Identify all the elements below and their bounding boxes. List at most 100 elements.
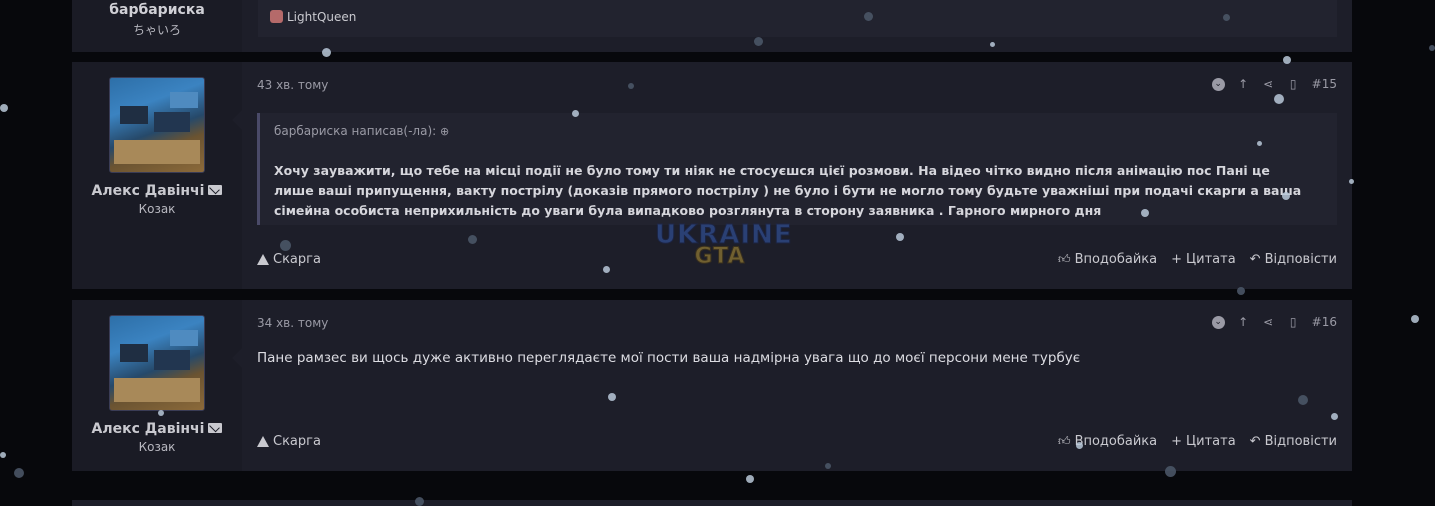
avatar[interactable] — [109, 315, 205, 411]
ukraine-gta-logo: UKRAINE GTA — [655, 220, 793, 284]
previous-post-username[interactable]: барбариска — [72, 2, 242, 18]
post-user-column: Алекс Давінчі Козак — [72, 300, 242, 471]
report-label: Скарга — [273, 434, 321, 449]
snowflake — [603, 266, 610, 273]
post-arrow — [232, 348, 242, 368]
snowflake — [1331, 413, 1338, 420]
snowflake — [0, 104, 8, 112]
quote-author[interactable]: барбариска написав(-ла): — [274, 124, 436, 138]
previous-post-user-column: барбариска ちゃいろ — [72, 0, 242, 52]
snowflake — [754, 37, 763, 46]
share-icon[interactable]: ⋖ — [1262, 77, 1275, 91]
post-time[interactable]: 43 хв. тому — [257, 78, 328, 92]
reply-label: Відповісти — [1264, 434, 1337, 449]
chevron-down-icon[interactable]: ⌄ — [1211, 315, 1225, 329]
reply-label: Відповісти — [1264, 252, 1337, 267]
post-number[interactable]: #15 — [1312, 77, 1337, 91]
post-username[interactable]: Алекс Давінчі — [72, 421, 242, 437]
reaction-user[interactable]: LightQueen — [270, 10, 356, 24]
post-username[interactable]: Алекс Давінчі — [72, 183, 242, 199]
quote-button[interactable]: + Цитата — [1171, 434, 1236, 449]
arrow-up-circle-icon[interactable]: ⊕ — [440, 125, 449, 138]
post-footer-left: Скарга — [257, 252, 321, 269]
snowflake — [1274, 94, 1284, 104]
snowflake — [990, 42, 995, 47]
report-button[interactable]: Скарга — [257, 434, 321, 449]
post-text: Пане рамзес ви щось дуже активно перегля… — [257, 350, 1081, 366]
arrow-up-icon[interactable]: ↑ — [1237, 77, 1250, 91]
post-top-actions: ⌄ ↑ ⋖ ▯ #15 — [1211, 77, 1337, 91]
quote-label: Цитата — [1186, 252, 1236, 267]
post-footer-left: Скарга — [257, 434, 321, 451]
post-top-actions: ⌄ ↑ ⋖ ▯ #16 — [1211, 315, 1337, 329]
warning-icon — [257, 436, 269, 447]
reaction-user-name[interactable]: LightQueen — [287, 10, 356, 24]
snowflake — [825, 463, 831, 469]
snowflake — [0, 452, 6, 458]
bookmark-icon[interactable]: ▯ — [1287, 77, 1300, 91]
quote-label: Цитата — [1186, 434, 1236, 449]
snowflake — [746, 475, 754, 483]
snowflake — [280, 240, 291, 251]
post-footer-right: 👍︎ Вподобайка + Цитата ↶ Відповісти — [1058, 434, 1337, 449]
username-text[interactable]: Алекс Давінчі — [92, 183, 205, 199]
post-footer-right: 👍︎ Вподобайка + Цитата ↶ Відповісти — [1058, 252, 1337, 267]
reaction-user-avatar — [270, 10, 283, 23]
like-button[interactable]: 👍︎ Вподобайка — [1058, 252, 1157, 267]
snowflake — [1076, 442, 1083, 449]
like-button[interactable]: 👍︎ Вподобайка — [1058, 434, 1157, 449]
post-arrow — [232, 110, 242, 130]
snowflake — [1283, 56, 1291, 64]
post-16: Алекс Давінчі Козак 34 хв. тому ⌄ ↑ ⋖ ▯ … — [72, 300, 1352, 471]
bookmark-icon[interactable]: ▯ — [1287, 315, 1300, 329]
thumbs-up-icon: 👍︎ — [1058, 252, 1071, 266]
plus-icon: + — [1171, 252, 1183, 267]
snowflake — [1298, 395, 1308, 405]
snowflake — [1223, 14, 1230, 21]
mail-icon[interactable] — [208, 185, 223, 195]
snowflake — [1429, 45, 1435, 51]
report-label: Скарга — [273, 252, 321, 267]
warning-icon — [257, 254, 269, 265]
reply-button[interactable]: ↶ Відповісти — [1250, 252, 1337, 267]
quote-block: барбариска написав(-ла): ⊕ Хочу зауважит… — [257, 113, 1337, 225]
snowflake — [1282, 192, 1290, 200]
snowflake — [415, 497, 424, 506]
username-text[interactable]: Алекс Давінчі — [92, 421, 205, 437]
quote-text: Хочу зауважити, що тебе на місці події н… — [274, 163, 1302, 218]
quote-button[interactable]: + Цитата — [1171, 252, 1236, 267]
like-label: Вподобайка — [1074, 434, 1158, 449]
snowflake — [14, 468, 24, 478]
avatar[interactable] — [109, 77, 205, 173]
snowflake — [628, 83, 634, 89]
next-post — [72, 500, 1352, 506]
snowflake — [468, 235, 477, 244]
share-icon[interactable]: ⋖ — [1262, 315, 1275, 329]
snowflake — [608, 393, 616, 401]
snowflake — [1237, 287, 1245, 295]
snowflake — [1165, 466, 1176, 477]
post-usertitle: Козак — [138, 440, 176, 454]
snowflake — [1411, 315, 1419, 323]
post-user-column: Алекс Давінчі Козак — [72, 62, 242, 289]
arrow-up-icon[interactable]: ↑ — [1237, 315, 1250, 329]
snowflake — [1349, 179, 1354, 184]
snowflake — [572, 110, 579, 117]
quote-header[interactable]: барбариска написав(-ла): ⊕ — [274, 124, 449, 138]
chevron-down-icon[interactable]: ⌄ — [1211, 77, 1225, 91]
post-time[interactable]: 34 хв. тому — [257, 316, 328, 330]
plus-icon: + — [1171, 434, 1183, 449]
report-button[interactable]: Скарга — [257, 252, 321, 267]
snowflake — [158, 410, 164, 416]
snowflake — [322, 48, 331, 57]
snowflake — [1141, 209, 1149, 217]
mail-icon[interactable] — [208, 423, 223, 433]
post-main: 43 хв. тому ⌄ ↑ ⋖ ▯ #15 барбариска напис… — [242, 62, 1352, 289]
post-number[interactable]: #16 — [1312, 315, 1337, 329]
reply-icon: ↶ — [1249, 434, 1261, 449]
snowflake — [864, 12, 873, 21]
reply-button[interactable]: ↶ Відповісти — [1250, 434, 1337, 449]
snowflake — [896, 233, 904, 241]
post-main: 34 хв. тому ⌄ ↑ ⋖ ▯ #16 Пане рамзес ви щ… — [242, 300, 1352, 471]
thumbs-up-icon: 👍︎ — [1058, 434, 1071, 448]
